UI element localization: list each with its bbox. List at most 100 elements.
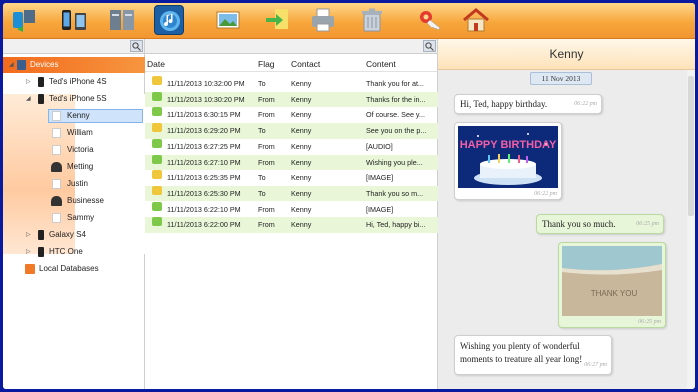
tree-item-contact-william[interactable]: William <box>3 125 145 141</box>
image-bubble-outgoing[interactable]: THANK YOU 06:25 pm <box>558 242 666 328</box>
table-row[interactable]: 11/11/2013 10:32:00 PM To Kenny Thank you f… <box>145 76 438 92</box>
export-icon[interactable] <box>263 5 293 35</box>
delete-icon[interactable] <box>357 5 387 35</box>
tree-item-group-metting[interactable]: Metting <box>3 159 145 175</box>
cell-flag: To <box>258 188 266 198</box>
message-bubble-outgoing[interactable]: Thank you so much. 06:25 pm <box>536 214 664 234</box>
expand-icon[interactable]: ▷ <box>26 74 31 90</box>
cell-flag: To <box>258 79 266 88</box>
tree-item-label: Businesse <box>67 196 104 205</box>
cell-contact: Kenny <box>291 141 312 151</box>
message-search-bar[interactable] <box>145 39 437 54</box>
tree-item-label: William <box>67 128 93 137</box>
backup-icon[interactable] <box>107 5 137 35</box>
tree-item-group-businesse[interactable]: Businesse <box>3 193 145 209</box>
cell-contact: Kenny <box>291 157 312 167</box>
cell-content: Thanks for the in... <box>366 94 426 104</box>
phone-transfer-icon[interactable] <box>59 5 89 35</box>
message-type-icon <box>152 170 162 180</box>
home-icon[interactable] <box>461 5 491 35</box>
table-row[interactable]: 11/11/2013 6:25:35 PM To Kenny [IMAGE] <box>145 170 438 186</box>
cell-contact: Kenny <box>291 110 312 120</box>
phone-icon <box>38 94 44 104</box>
tree-item-label: Devices <box>30 60 59 69</box>
cell-date: 11/11/2013 6:27:10 PM <box>167 157 241 167</box>
group-icon <box>51 162 62 172</box>
tree-item-local-databases[interactable]: Local Databases <box>3 261 145 277</box>
cell-date: 11/11/2013 10:30:20 PM <box>167 94 245 104</box>
tree-item-label: HTC One <box>49 247 83 256</box>
column-header-contact[interactable]: Contact <box>291 59 320 69</box>
tree-item-contact-justin[interactable]: Justin <box>3 176 145 192</box>
tree-item-device-1[interactable]: ▷ Ted's iPhone 4S <box>3 74 145 90</box>
tree-item-device-2[interactable]: ◢ Ted's iPhone 5S <box>3 91 145 107</box>
bubble-time: 06:25 pm <box>638 319 661 325</box>
cell-flag: From <box>258 157 275 167</box>
bubble-text: Hi, Ted, happy birthday. <box>460 99 548 109</box>
message-bubble-incoming[interactable]: Hi, Ted, happy birthday. 06:22 pm <box>454 94 602 114</box>
search-button[interactable] <box>130 40 143 52</box>
tree-item-devices[interactable]: ◢ Devices <box>3 57 145 73</box>
cell-date: 11/11/2013 10:32:00 PM <box>167 79 245 88</box>
cell-contact: Kenny <box>291 79 312 88</box>
phone-icon <box>38 247 44 257</box>
tree-item-device-3[interactable]: ▷ Galaxy S4 <box>3 227 145 243</box>
message-type-icon <box>152 76 162 85</box>
devices-sync-icon[interactable] <box>9 5 39 35</box>
tree-item-contact-kenny[interactable]: Kenny <box>3 108 145 124</box>
cell-flag: To <box>258 126 266 136</box>
collapse-icon[interactable]: ◢ <box>9 57 14 73</box>
cell-flag: From <box>258 110 275 120</box>
table-row[interactable]: 11/11/2013 6:25:30 PM To Kenny Thank you so… <box>145 185 438 202</box>
tree-item-label: Local Databases <box>39 264 99 273</box>
device-tree-pane: ◢ Devices ▷ Ted's iPhone 4S ◢ Ted's iPho… <box>3 39 145 389</box>
scrollbar-thumb[interactable] <box>688 76 694 216</box>
cell-content: [AUDIO] <box>366 141 393 151</box>
column-header-date[interactable]: Date <box>147 59 165 69</box>
cell-flag: From <box>258 220 275 230</box>
bubble-time: 06:25 pm <box>636 221 659 227</box>
header-divider <box>145 71 437 72</box>
cell-contact: Kenny <box>291 94 312 104</box>
database-icon <box>25 264 35 274</box>
cell-date: 11/11/2013 6:30:15 PM <box>167 110 241 120</box>
birthday-cake-image: HAPPY BIRTHDAY <box>458 126 558 188</box>
cell-content: Hi, Ted, happy bi... <box>366 220 426 230</box>
cell-flag: To <box>258 173 266 183</box>
bubble-time: 06:27 pm <box>584 362 607 368</box>
tree-item-contact-victoria[interactable]: Victoria <box>3 142 145 158</box>
cell-content: Of course. See y... <box>366 110 425 120</box>
image-bubble-incoming[interactable]: HAPPY BIRTHDAY 06:22 pm <box>454 122 562 200</box>
cell-date: 11/11/2013 6:22:00 PM <box>167 220 241 230</box>
expand-icon[interactable]: ▷ <box>26 244 31 260</box>
conversation-scrollbar[interactable] <box>687 70 695 389</box>
tree-item-label: Sammy <box>67 213 95 222</box>
table-row[interactable]: 11/11/2013 6:27:25 PM From Kenny [AUDIO] <box>145 138 438 155</box>
table-row[interactable]: 11/11/2013 6:27:10 PM From Kenny Wishing yo… <box>145 154 438 171</box>
table-row[interactable]: 11/11/2013 10:30:20 PM From Kenny Thanks fo… <box>145 91 438 108</box>
group-icon <box>51 196 62 206</box>
cell-date: 11/11/2013 6:29:20 PM <box>167 126 241 136</box>
toolbar <box>3 3 695 39</box>
message-type-icon <box>152 217 162 227</box>
bubble-text: Wishing you plenty of wonderful moments … <box>460 341 583 364</box>
itunes-icon[interactable] <box>154 5 184 35</box>
table-row[interactable]: 11/11/2013 6:22:00 PM From Kenny Hi, Ted, h… <box>145 217 438 233</box>
table-row[interactable]: 11/11/2013 6:29:20 PM To Kenny See you on t… <box>145 123 438 139</box>
collapse-icon[interactable]: ◢ <box>26 91 31 107</box>
expand-icon[interactable]: ▷ <box>26 227 31 243</box>
tree-search-bar[interactable] <box>3 39 144 54</box>
message-bubble-incoming[interactable]: Wishing you plenty of wonderful moments … <box>454 335 612 375</box>
search-button[interactable] <box>423 40 436 52</box>
photos-icon[interactable] <box>213 5 243 35</box>
column-header-flag[interactable]: Flag <box>258 59 275 69</box>
column-header-content[interactable]: Content <box>366 59 396 69</box>
table-row[interactable]: 11/11/2013 6:30:15 PM From Kenny Of course.… <box>145 107 438 123</box>
tree-item-device-4[interactable]: ▷ HTC One <box>3 244 145 260</box>
phone-icon <box>38 230 44 240</box>
tree-item-label: Kenny <box>67 111 90 120</box>
table-row[interactable]: 11/11/2013 6:22:10 PM From Kenny [IMAGE] <box>145 201 438 218</box>
tree-item-contact-sammy[interactable]: Sammy <box>3 210 145 226</box>
print-icon[interactable] <box>308 5 338 35</box>
key-icon[interactable] <box>415 5 445 35</box>
